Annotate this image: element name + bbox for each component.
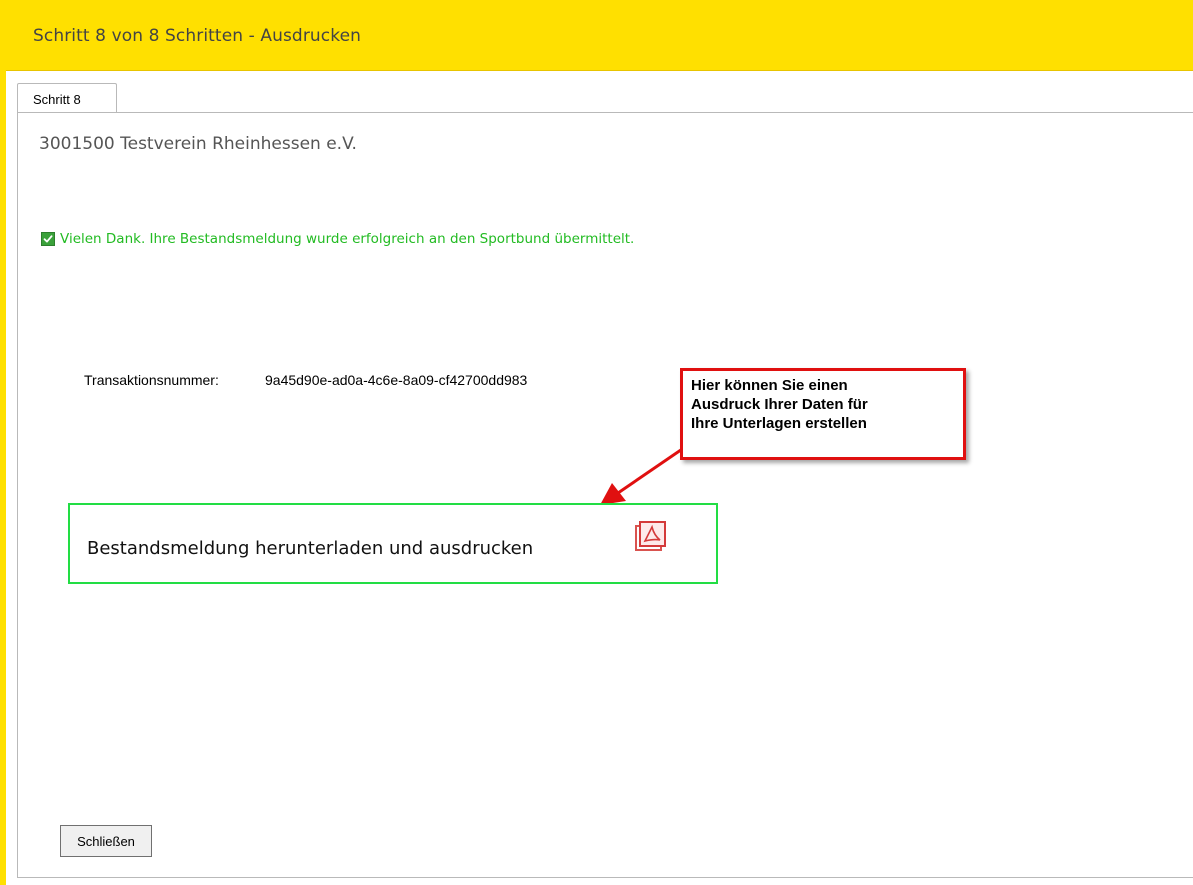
callout-line-3: Ihre Unterlagen erstellen (691, 415, 867, 432)
title-bar: Schritt 8 von 8 Schritten - Ausdrucken (0, 0, 1193, 71)
window-title: Schritt 8 von 8 Schritten - Ausdrucken (33, 26, 362, 46)
pdf-icon[interactable] (633, 519, 669, 555)
success-text: Vielen Dank. Ihre Bestandsmeldung wurde … (60, 231, 635, 247)
download-print-link[interactable]: Bestandsmeldung herunterladen und ausdru… (68, 503, 718, 584)
dialog-window: Schritt 8 von 8 Schritten - Ausdrucken S… (0, 0, 1193, 885)
callout-line-1: Hier können Sie einen (691, 377, 848, 394)
download-label: Bestandsmeldung herunterladen und ausdru… (87, 538, 534, 559)
close-button[interactable]: Schließen (60, 825, 152, 857)
transaction-label: Transaktionsnummer: (84, 372, 219, 388)
tab-strip: Schritt 8 (17, 83, 1193, 113)
annotation-callout: Hier können Sie einen Ausdruck Ihrer Dat… (680, 368, 966, 460)
club-name: 3001500 Testverein Rheinhessen e.V. (39, 134, 357, 154)
transaction-number: 9a45d90e-ad0a-4c6e-8a09-cf42700dd983 (265, 372, 528, 388)
tab-schritt-8[interactable]: Schritt 8 (17, 83, 117, 113)
checkbox-checked-icon (41, 232, 55, 246)
success-message: Vielen Dank. Ihre Bestandsmeldung wurde … (41, 231, 634, 247)
callout-line-2: Ausdruck Ihrer Daten für (691, 396, 868, 413)
tab-label: Schritt 8 (33, 92, 81, 107)
